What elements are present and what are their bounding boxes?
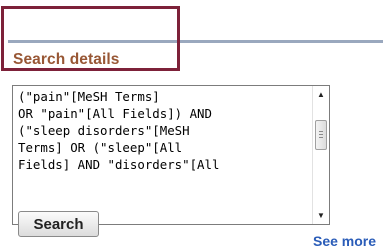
section-heading: Search details xyxy=(13,51,120,68)
scroll-up-arrow-icon[interactable]: ▲ xyxy=(313,86,329,103)
thumb-grip-line xyxy=(319,134,323,135)
query-textarea[interactable]: ("pain"[MeSH Terms] OR "pain"[All Fields… xyxy=(12,85,330,225)
see-more-link[interactable]: See more xyxy=(313,233,376,249)
thumb-grip-line xyxy=(319,131,323,132)
scroll-down-arrow-icon[interactable]: ▼ xyxy=(313,207,329,224)
scroll-thumb[interactable] xyxy=(315,120,327,150)
query-scrollbar[interactable]: ▲ ▼ xyxy=(312,86,329,224)
query-text[interactable]: ("pain"[MeSH Terms] OR "pain"[All Fields… xyxy=(18,88,308,190)
search-button[interactable]: Search xyxy=(18,211,99,237)
search-details-panel: Search details ("pain"[MeSH Terms] OR "p… xyxy=(0,0,383,249)
section-divider xyxy=(8,40,383,43)
thumb-grip-line xyxy=(319,137,323,138)
